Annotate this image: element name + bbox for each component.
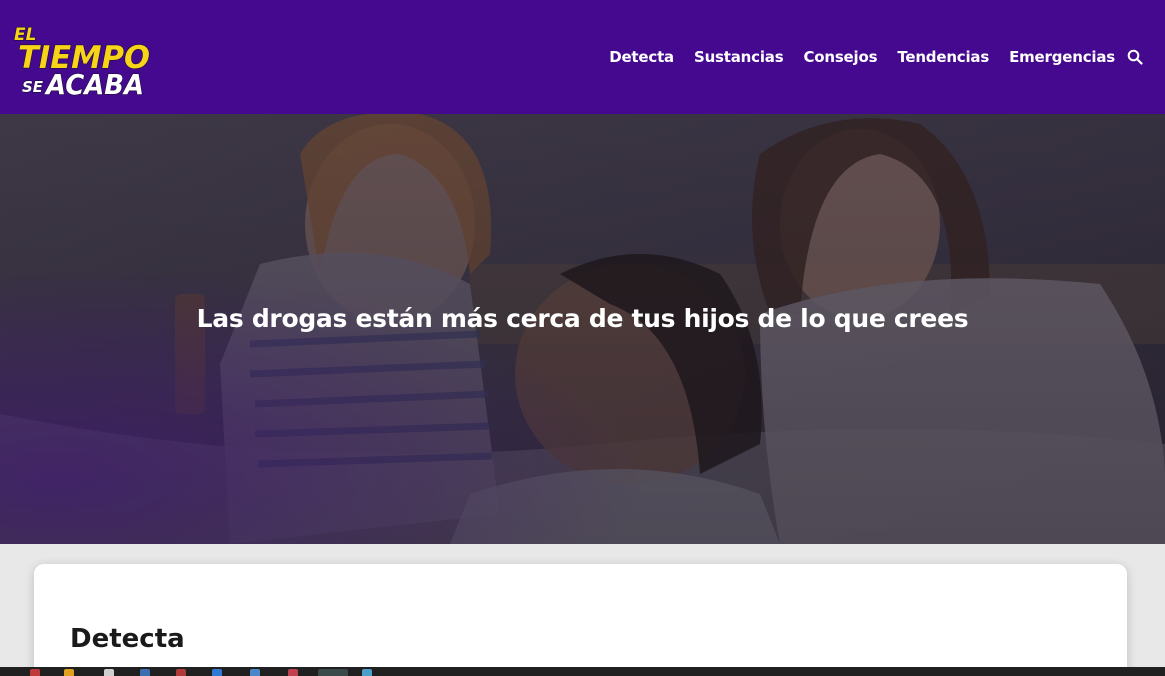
nav-item-consejos[interactable]: Consejos (803, 48, 877, 66)
app-icon[interactable] (250, 669, 260, 676)
app-icon[interactable] (362, 669, 372, 676)
app-icon[interactable] (288, 669, 298, 676)
main-nav: Detecta Sustancias Consejos Tendencias E… (609, 44, 1143, 70)
site-logo[interactable]: EL TIEMPO SE ACABA (12, 20, 154, 98)
hero-banner: Las drogas están más cerca de tus hijos … (0, 114, 1165, 544)
logo-text-acaba: ACABA (44, 68, 144, 98)
app-icon[interactable] (176, 669, 186, 676)
section-title: Detecta (70, 624, 185, 654)
app-icon[interactable] (104, 669, 114, 676)
nav-item-sustancias[interactable]: Sustancias (694, 48, 784, 66)
app-icon[interactable] (212, 669, 222, 676)
app-icon[interactable] (140, 669, 150, 676)
site-header: EL TIEMPO SE ACABA Detecta Sustancias Co… (0, 0, 1165, 114)
app-icon[interactable] (64, 669, 74, 676)
hero-title: Las drogas están más cerca de tus hijos … (196, 304, 969, 333)
app-icon[interactable] (30, 669, 40, 676)
content-card: Detecta (34, 564, 1127, 676)
nav-item-tendencias[interactable]: Tendencias (897, 48, 989, 66)
app-icon[interactable] (318, 669, 348, 676)
os-taskbar (0, 667, 1165, 676)
search-icon[interactable] (1127, 49, 1143, 65)
nav-item-detecta[interactable]: Detecta (609, 48, 674, 66)
nav-item-emergencias[interactable]: Emergencias (1009, 48, 1115, 66)
logo-text-se: SE (22, 78, 44, 96)
